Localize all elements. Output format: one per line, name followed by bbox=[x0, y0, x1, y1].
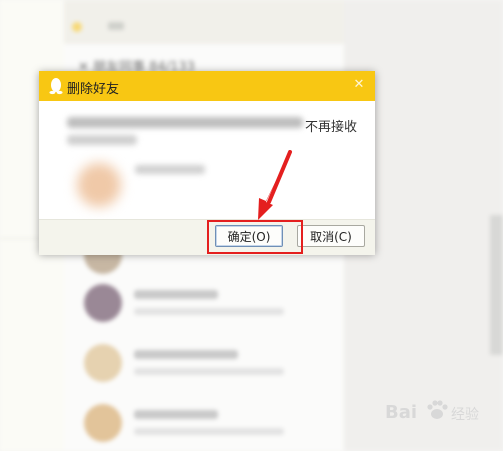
list-item[interactable] bbox=[84, 280, 334, 326]
message-redacted bbox=[67, 117, 303, 128]
list-item-subtitle bbox=[134, 428, 284, 435]
dialog-title: 删除好友 bbox=[67, 82, 120, 97]
cancel-button[interactable]: 取消(C) bbox=[297, 225, 365, 247]
close-icon[interactable]: ✕ bbox=[351, 77, 367, 93]
delete-friend-dialog: 删除好友 ✕ 不再接收 确定(O) 取消(C) bbox=[39, 71, 375, 255]
dialog-message: 不再接收 bbox=[305, 120, 358, 135]
friend-name-redacted bbox=[135, 165, 205, 174]
confirm-button[interactable]: 确定(O) bbox=[215, 225, 283, 247]
list-item-name bbox=[134, 410, 218, 419]
message-redacted bbox=[67, 135, 137, 145]
list-item[interactable] bbox=[84, 400, 334, 446]
qq-penguin-icon bbox=[49, 78, 63, 95]
list-item[interactable] bbox=[84, 340, 334, 386]
dialog-footer: 确定(O) 取消(C) bbox=[39, 219, 375, 255]
dialog-body: 不再接收 bbox=[39, 101, 375, 219]
avatar bbox=[84, 404, 122, 442]
list-item-name bbox=[134, 290, 218, 299]
dialog-titlebar[interactable]: 删除好友 ✕ bbox=[39, 71, 375, 101]
toolbar-tab bbox=[108, 22, 124, 30]
avatar bbox=[84, 344, 122, 382]
avatar bbox=[84, 284, 122, 322]
list-item-name bbox=[134, 350, 238, 359]
list-item-subtitle bbox=[134, 368, 284, 375]
background-scrollbar bbox=[490, 215, 503, 355]
toolbar-icon bbox=[72, 22, 82, 32]
contact-list-toolbar bbox=[64, 0, 344, 44]
avatar bbox=[77, 163, 121, 207]
list-item-subtitle bbox=[134, 308, 284, 315]
